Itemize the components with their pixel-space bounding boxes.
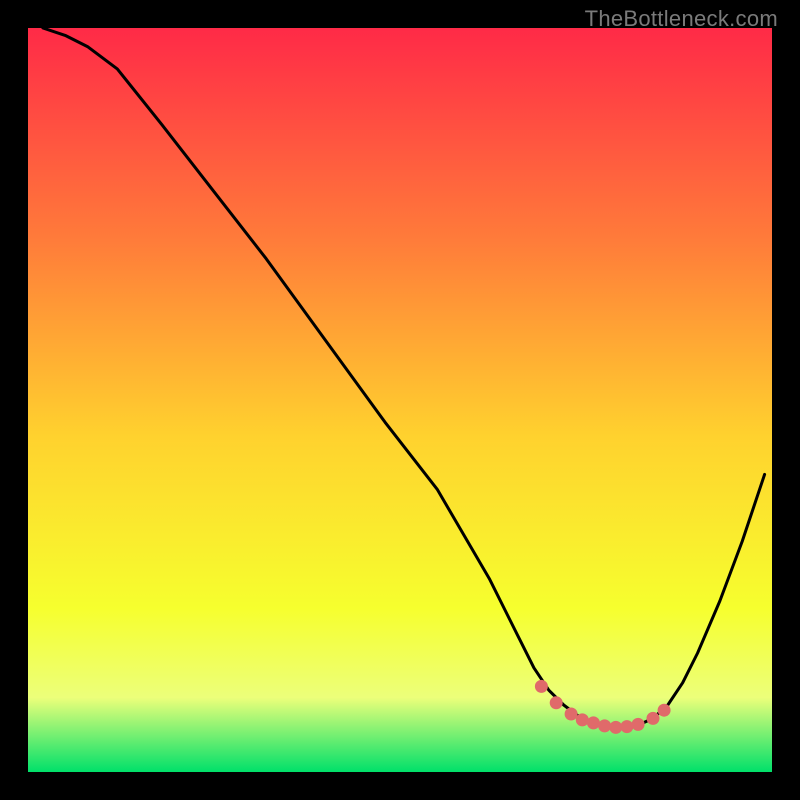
gradient-background [28, 28, 772, 772]
trough-marker [576, 713, 589, 726]
trough-marker [658, 704, 671, 717]
trough-marker [609, 721, 622, 734]
trough-marker [535, 680, 548, 693]
trough-marker [620, 720, 633, 733]
trough-marker [632, 718, 645, 731]
trough-marker [647, 712, 660, 725]
chart-frame: TheBottleneck.com [0, 0, 800, 800]
plot-area [28, 28, 772, 772]
plot-svg [28, 28, 772, 772]
trough-marker [587, 716, 600, 729]
trough-marker [565, 708, 578, 721]
trough-marker [598, 719, 611, 732]
trough-marker [550, 696, 563, 709]
